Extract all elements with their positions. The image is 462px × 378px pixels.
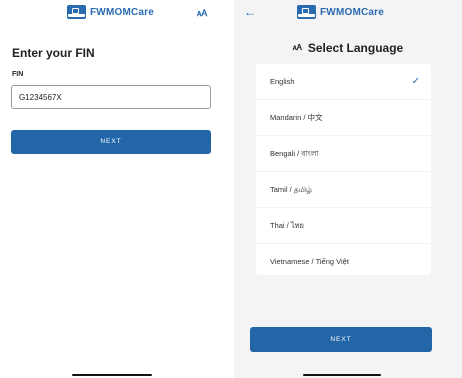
app-logo: FWMOMCare	[67, 5, 154, 19]
translate-icon: 🗚	[292, 43, 302, 52]
language-label: Tamil / தமிழ்	[270, 185, 313, 194]
language-option-mandarin[interactable]: Mandarin / 中文	[256, 99, 431, 135]
fin-entry-screen: FWMOMCare 🗚 Enter your FIN FIN NEXT	[0, 0, 226, 378]
app-header: FWMOMCare 🗚	[0, 0, 226, 30]
next-button[interactable]: NEXT	[250, 327, 432, 352]
language-label: Thai / ไทย	[270, 221, 304, 230]
fin-input[interactable]	[11, 85, 211, 109]
translate-icon[interactable]: 🗚	[197, 7, 211, 19]
fin-label: FIN	[12, 71, 24, 78]
logo-text: FWMOMCare	[90, 6, 155, 18]
app-header: ← FWMOMCare	[234, 0, 462, 30]
language-label: English	[270, 77, 295, 86]
language-label: Vietnamese / Tiếng Việt	[270, 257, 349, 266]
next-button[interactable]: NEXT	[11, 130, 211, 154]
logo-icon	[297, 5, 316, 19]
home-indicator	[72, 374, 152, 376]
language-option-tamil[interactable]: Tamil / தமிழ்	[256, 171, 431, 207]
page-title: Enter your FIN	[12, 46, 95, 60]
arrow-left-icon[interactable]: ←	[244, 5, 256, 19]
logo-text: FWMOMCare	[320, 6, 385, 18]
language-selection-screen: ← FWMOMCare 🗚 Select Language English ✓ …	[234, 0, 462, 378]
language-label: Mandarin / 中文	[270, 113, 323, 122]
language-label: Bengali / বাংলা	[270, 149, 319, 158]
select-language-title: 🗚 Select Language	[234, 41, 462, 55]
app-logo: FWMOMCare	[297, 5, 384, 19]
logo-icon	[67, 5, 86, 19]
language-list: English ✓ Mandarin / 中文 Bengali / বাংলা …	[256, 64, 431, 275]
checkmark-icon: ✓	[411, 76, 420, 87]
home-indicator	[303, 374, 381, 376]
language-option-english[interactable]: English ✓	[256, 64, 431, 99]
language-option-vietnamese[interactable]: Vietnamese / Tiếng Việt	[256, 243, 431, 279]
language-option-thai[interactable]: Thai / ไทย	[256, 207, 431, 243]
language-option-bengali[interactable]: Bengali / বাংলা	[256, 135, 431, 171]
select-language-heading: Select Language	[307, 41, 404, 55]
